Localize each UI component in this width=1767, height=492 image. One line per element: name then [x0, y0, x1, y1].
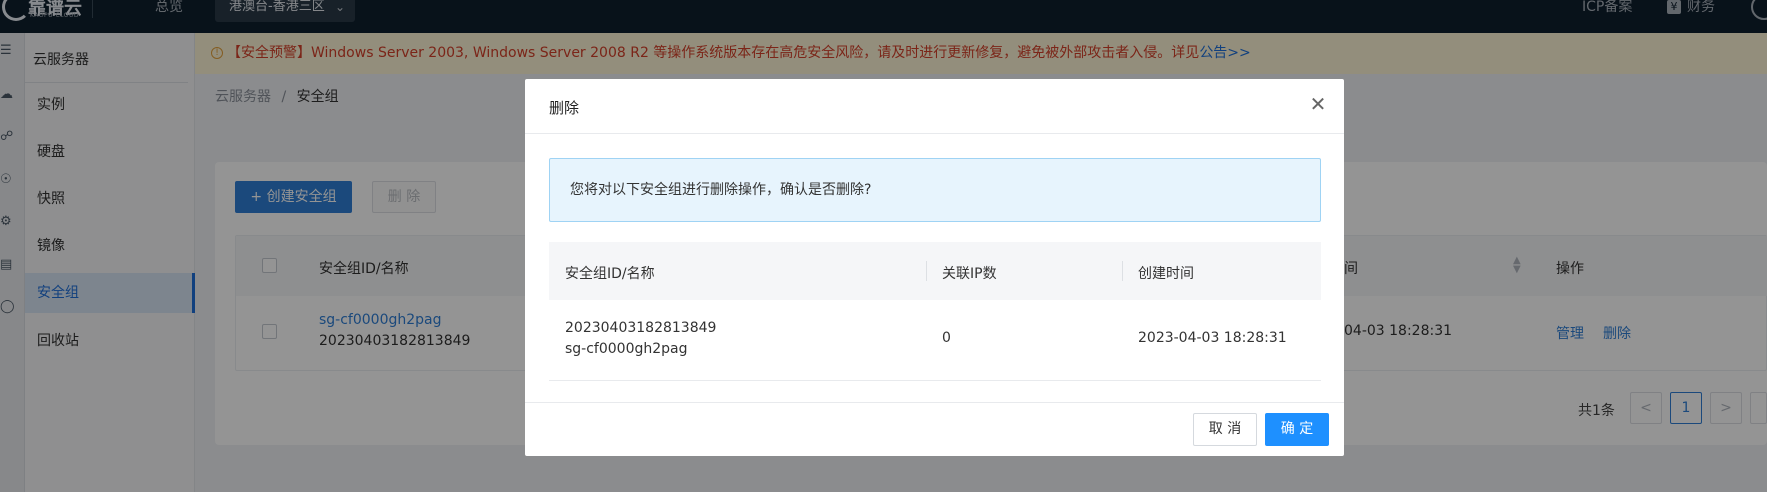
created-time: 2023-04-03 18:28:31: [1138, 330, 1287, 346]
dialog-table-header: 安全组ID/名称 关联IP数 创建时间: [549, 242, 1321, 300]
security-group-id: 20230403182813849: [565, 320, 717, 336]
dialog-title: 删除: [549, 99, 580, 117]
divider: [525, 402, 1344, 403]
security-group-name: sg-cf0000gh2pag: [565, 341, 688, 357]
divider: [525, 133, 1344, 134]
column-header-id-name: 安全组ID/名称: [565, 266, 655, 282]
column-header-created: 创建时间: [1138, 266, 1194, 282]
delete-dialog: 删除 ✕ 您将对以下安全组进行删除操作，确认是否删除? 安全组ID/名称 关联I…: [525, 79, 1344, 456]
ip-count: 0: [942, 330, 951, 346]
dialog-table: 安全组ID/名称 关联IP数 创建时间 20230403182813849 sg…: [549, 242, 1321, 382]
cancel-button[interactable]: 取 消: [1193, 413, 1257, 446]
confirm-alert: 您将对以下安全组进行删除操作，确认是否删除?: [549, 158, 1321, 222]
column-header-ip-count: 关联IP数: [942, 266, 997, 282]
divider: [549, 380, 1321, 381]
close-icon[interactable]: ✕: [1307, 93, 1329, 115]
confirm-button[interactable]: 确 定: [1265, 413, 1329, 446]
column-divider: [926, 261, 927, 281]
column-divider: [1122, 261, 1123, 281]
